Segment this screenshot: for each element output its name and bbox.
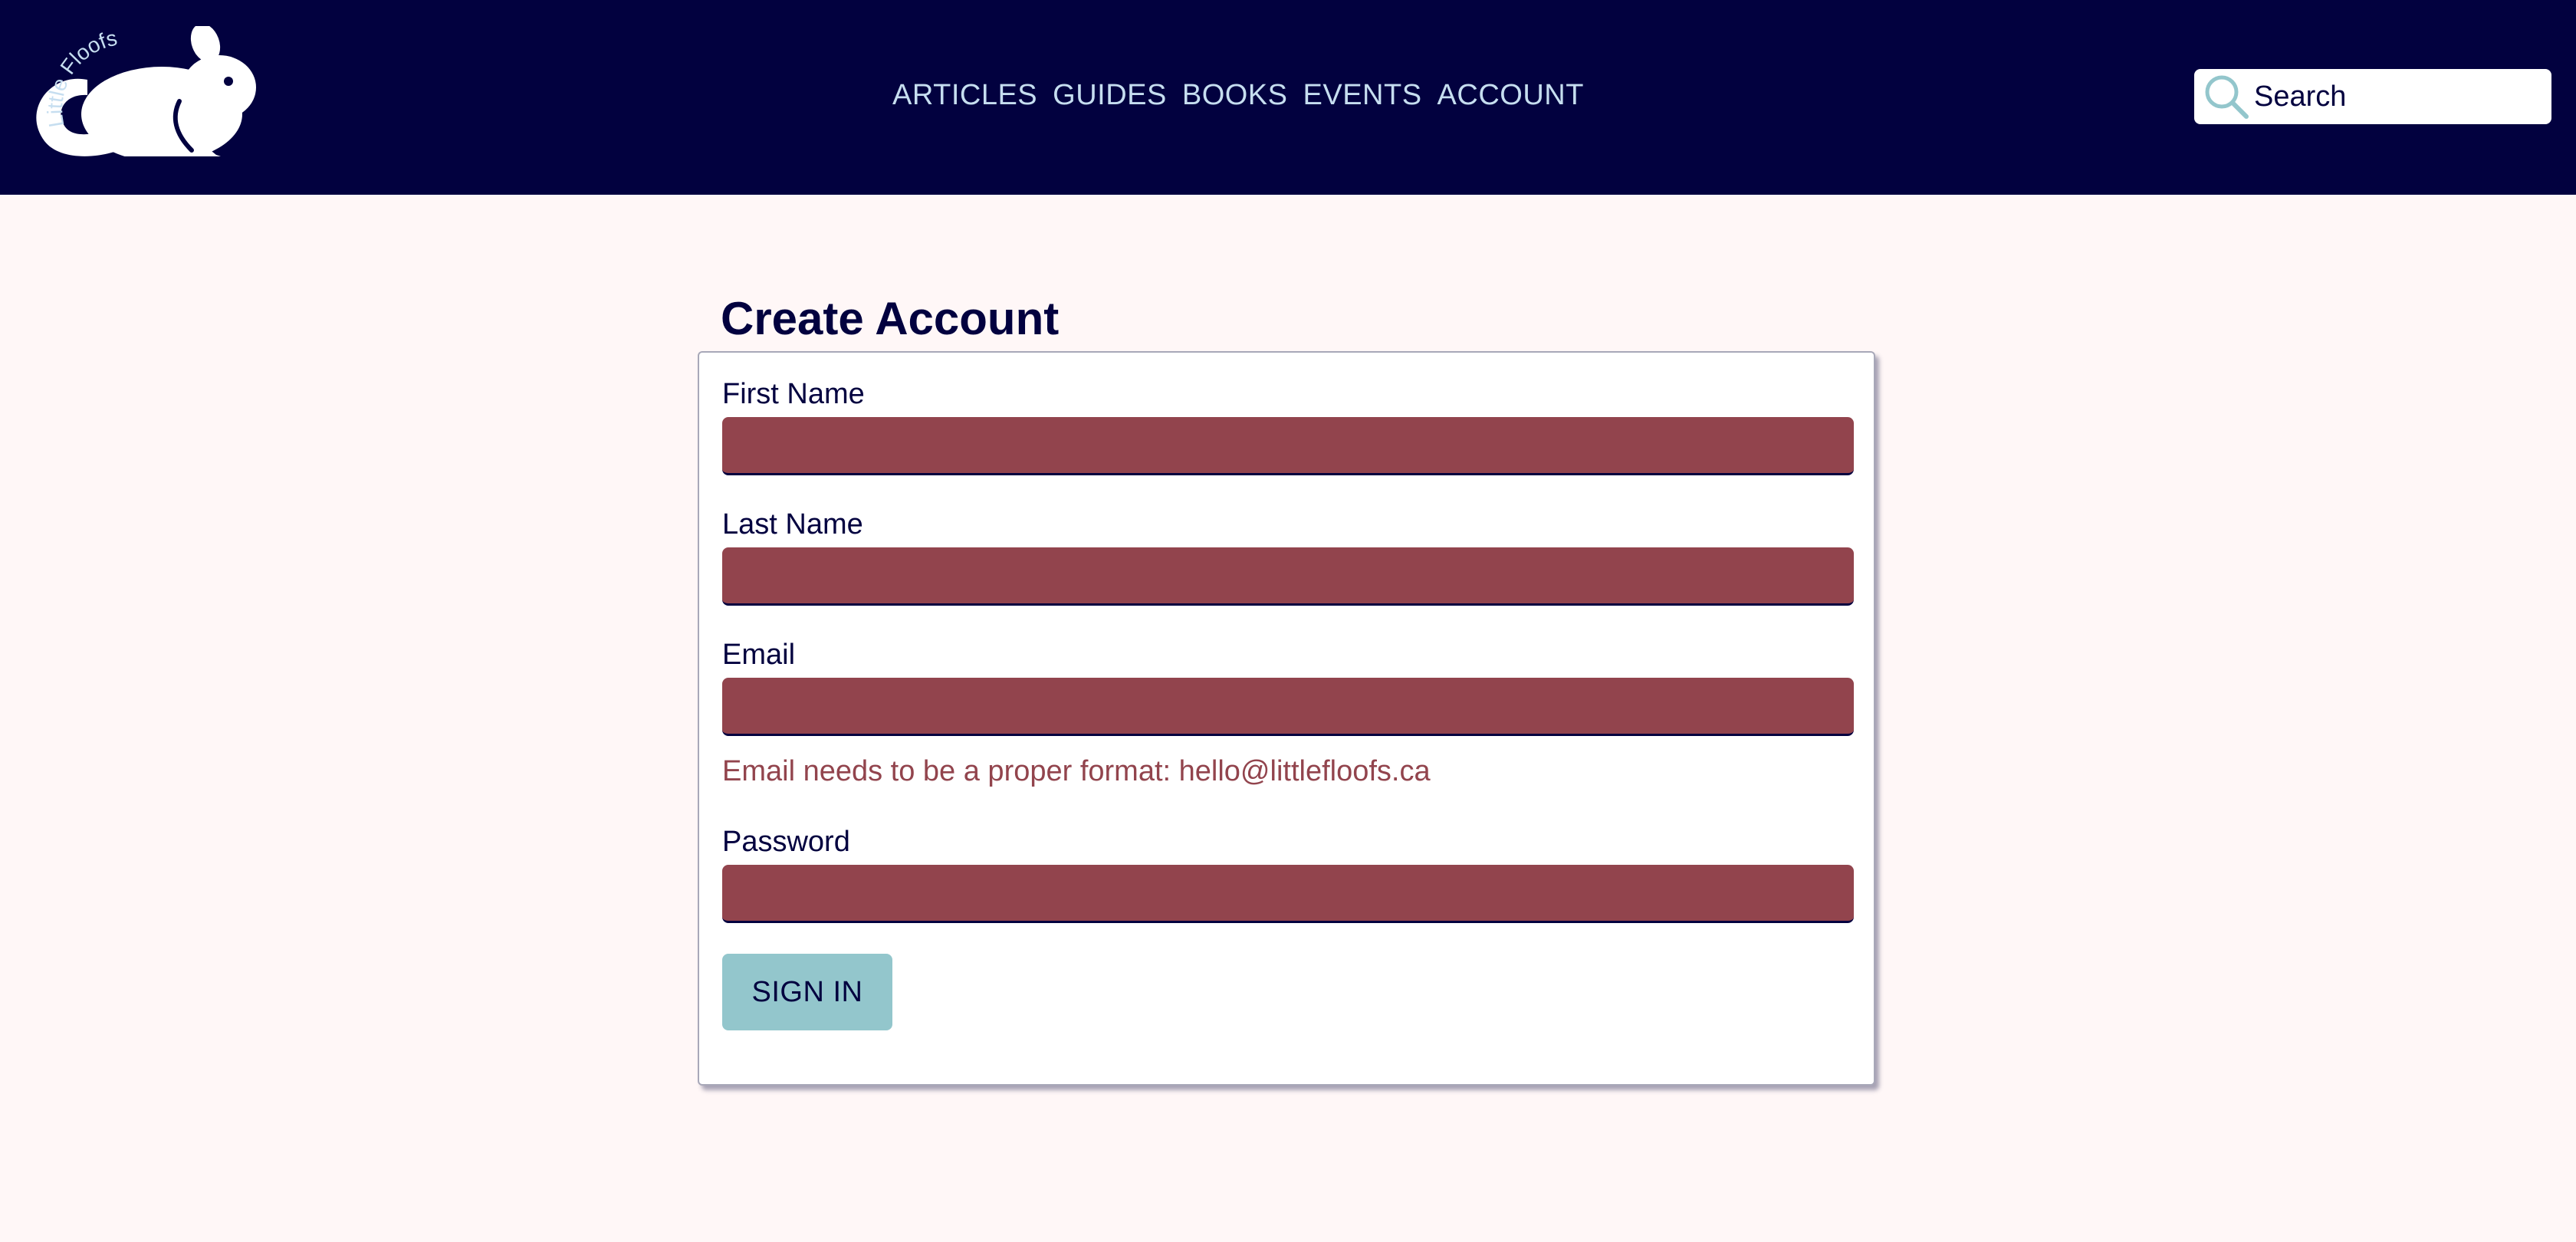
sign-in-button[interactable]: SIGN IN xyxy=(722,954,892,1030)
email-label: Email xyxy=(722,639,796,671)
site-header: Little Floofs ARTICLES GUIDES BOOKS EVEN… xyxy=(0,0,2576,195)
nav-item-account[interactable]: ACCOUNT xyxy=(1438,75,1584,115)
password-input[interactable] xyxy=(722,865,1854,923)
nav-item-events[interactable]: EVENTS xyxy=(1303,75,1422,115)
last-name-label: Last Name xyxy=(722,508,863,540)
site-logo[interactable]: Little Floofs xyxy=(28,26,258,156)
nav-item-guides[interactable]: GUIDES xyxy=(1053,75,1167,115)
search-icon[interactable] xyxy=(2202,72,2251,121)
nav-item-books[interactable]: BOOKS xyxy=(1182,75,1288,115)
main-nav: ARTICLES GUIDES BOOKS EVENTS ACCOUNT xyxy=(892,75,1584,115)
first-name-input[interactable] xyxy=(722,417,1854,475)
search-input[interactable] xyxy=(2251,80,2530,113)
create-account-form: First Name Last Name Email Email needs t… xyxy=(698,351,1875,1086)
last-name-input[interactable] xyxy=(722,547,1854,606)
first-name-label: First Name xyxy=(722,378,865,410)
nav-item-articles[interactable]: ARTICLES xyxy=(892,75,1037,115)
chinchilla-logo-icon: Little Floofs xyxy=(36,26,256,156)
search-box xyxy=(2194,69,2551,124)
email-input[interactable] xyxy=(722,678,1854,736)
email-error-message: Email needs to be a proper format: hello… xyxy=(722,755,1431,787)
page-title: Create Account xyxy=(721,293,1060,344)
password-label: Password xyxy=(722,826,850,858)
